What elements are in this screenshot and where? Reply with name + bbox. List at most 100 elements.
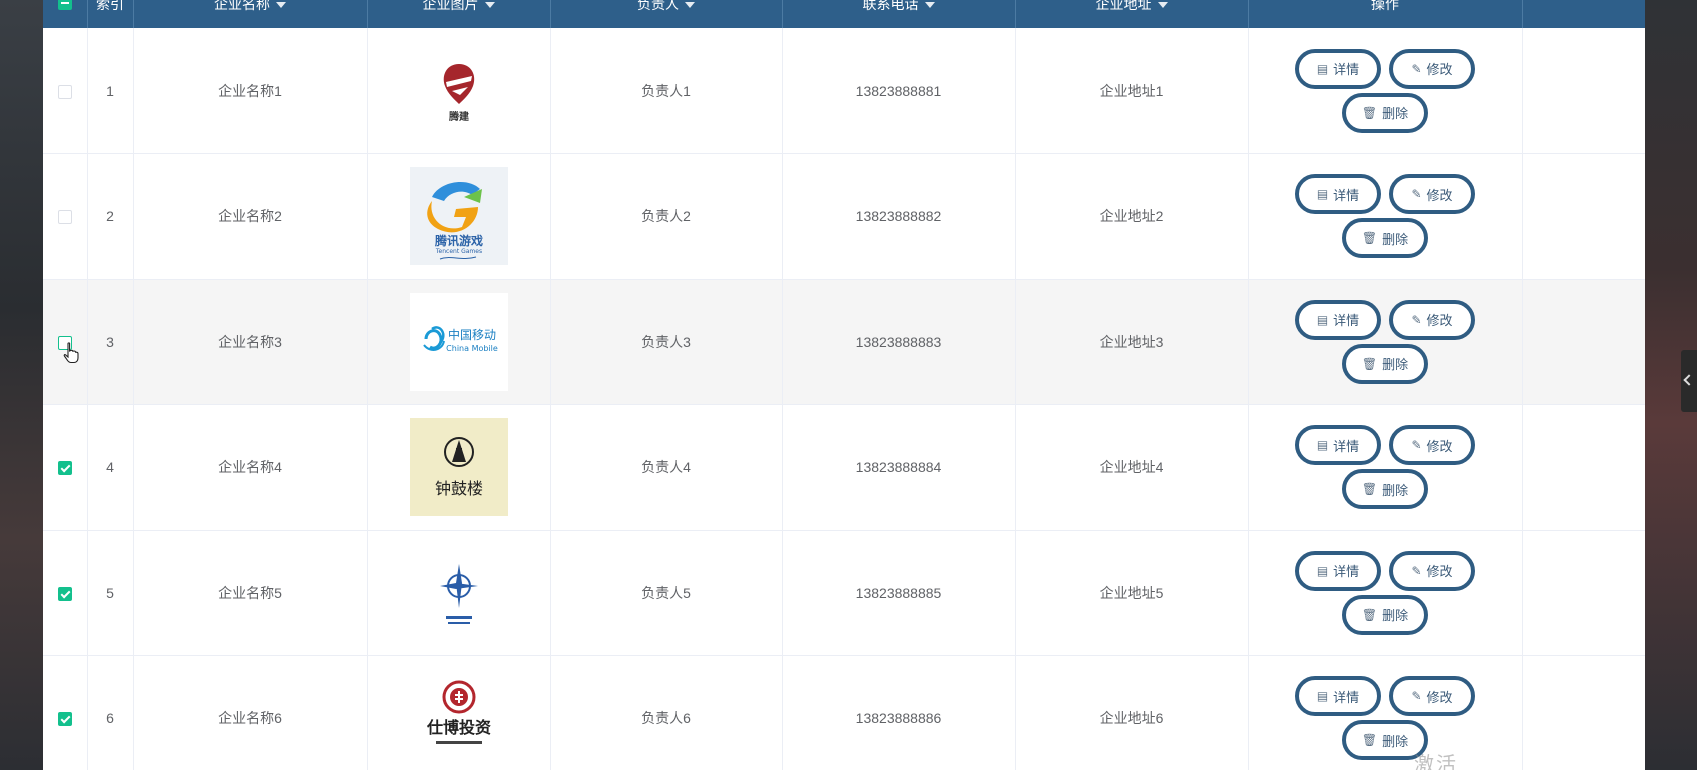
zhonggulou-logo: 钟鼓楼 (409, 418, 508, 517)
phone-cell: 13823888884 (782, 404, 1016, 531)
document-icon: ▤ (1316, 689, 1329, 704)
header-manager[interactable]: 负责人 (550, 0, 783, 28)
actions-cell: ▤ 详情 ✎ 修改 🗑 删除 (1248, 279, 1523, 405)
table-row[interactable]: 1 企业名称1 腾建 负责人1 13823888881 企业地址1 ▤ 详情 ✎ 修… (43, 28, 1645, 154)
compass-logo (410, 544, 508, 642)
detail-button-label: 详情 (1333, 62, 1360, 77)
side-collapse-tab[interactable] (1681, 350, 1697, 412)
enterprise-image-cell: 钟鼓楼 (367, 404, 551, 531)
index-cell: 2 (87, 153, 134, 280)
edit-button[interactable]: ✎ 修改 (1389, 425, 1475, 466)
detail-button-label: 详情 (1333, 438, 1360, 454)
address-cell: 企业地址3 (1015, 279, 1249, 405)
delete-button[interactable]: 🗑 删除 (1342, 594, 1428, 635)
trash-icon: 🗑 (1361, 105, 1378, 120)
sort-caret-icon[interactable] (924, 2, 935, 9)
row-select-cell[interactable] (43, 28, 88, 154)
header-actions: 操作 (1248, 0, 1523, 28)
row-select-cell[interactable] (43, 279, 88, 405)
detail-button[interactable]: ▤ 详情 (1295, 174, 1381, 215)
enterprise-table: 索引 企业名称 企业图片 负责人 联系电话 企业地址 操作 1 企业名称1 腾建… (43, 0, 1645, 770)
china-mobile-logo: 中国移动 China Mobile (409, 292, 508, 391)
enterprise-name-cell: 企业名称2 (133, 153, 368, 280)
edit-button[interactable]: ✎ 修改 (1389, 299, 1475, 340)
index-cell: 5 (87, 530, 134, 656)
header-filler (1522, 0, 1645, 28)
address-cell: 企业地址1 (1015, 28, 1249, 154)
enterprise-name-cell: 企业名称3 (133, 279, 368, 405)
enterprise-name-cell: 企业名称5 (133, 530, 368, 656)
index-cell: 6 (87, 655, 134, 770)
edit-button[interactable]: ✎ 修改 (1389, 676, 1475, 717)
edit-button[interactable]: ✎ 修改 (1389, 48, 1475, 89)
enterprise-table-container: 索引 企业名称 企业图片 负责人 联系电话 企业地址 操作 1 企业名称1 腾建… (43, 0, 1645, 770)
enterprise-image-cell: 仕博投资 (367, 655, 551, 770)
index-cell: 3 (87, 279, 134, 405)
table-row[interactable]: 5 企业名称5 负责人5 13823888885 企业地址5 ▤ 详情 ✎ 修改 🗑… (43, 530, 1645, 656)
delete-button-label: 删除 (1382, 106, 1409, 121)
sort-caret-icon[interactable] (484, 2, 495, 9)
sort-caret-icon[interactable] (685, 2, 695, 9)
delete-button[interactable]: 🗑 删除 (1342, 92, 1428, 133)
logo-text: 腾建 (448, 110, 470, 123)
row-select-cell[interactable] (43, 530, 88, 656)
detail-button[interactable]: ▤ 详情 (1295, 550, 1381, 591)
header-select-all[interactable] (43, 0, 88, 28)
edit-button-label: 修改 (1426, 438, 1453, 454)
table-row[interactable]: 3 企业名称3 中国移动 China Mobile 负责人3 138238888… (43, 279, 1645, 405)
select-all-checkbox[interactable] (57, 0, 72, 10)
logo-text: 腾讯游戏 (433, 233, 482, 248)
header-image[interactable]: 企业图片 (367, 0, 551, 28)
detail-button-label: 详情 (1333, 313, 1360, 329)
logo-text: 仕博投资 (425, 718, 490, 737)
sort-caret-icon[interactable] (276, 2, 286, 9)
row-checkbox[interactable] (57, 461, 72, 476)
actions-cell: ▤ 详情 ✎ 修改 🗑 删除 (1248, 153, 1523, 280)
filler-cell (1522, 404, 1645, 531)
detail-button[interactable]: ▤ 详情 (1295, 676, 1381, 717)
sort-caret-icon[interactable] (1157, 2, 1168, 9)
edit-button-label: 修改 (1426, 313, 1453, 329)
header-address[interactable]: 企业地址 (1015, 0, 1249, 28)
row-checkbox[interactable] (57, 335, 72, 350)
row-checkbox[interactable] (57, 586, 72, 601)
trash-icon: 🗑 (1361, 356, 1378, 371)
trash-icon: 🗑 (1361, 482, 1378, 497)
table-row[interactable]: 6 企业名称6 仕博投资 负责人6 13823888886 企业地址6 ▤ 详情 … (43, 655, 1645, 770)
trash-icon: 🗑 (1361, 607, 1378, 622)
edit-pencil-icon: ✎ (1411, 312, 1422, 327)
header-phone[interactable]: 联系电话 (782, 0, 1016, 28)
edit-button[interactable]: ✎ 修改 (1389, 174, 1475, 215)
delete-button[interactable]: 🗑 删除 (1342, 218, 1428, 259)
delete-button-label: 删除 (1382, 733, 1409, 749)
detail-button[interactable]: ▤ 详情 (1295, 425, 1381, 466)
row-select-cell[interactable] (43, 655, 88, 770)
actions-cell: ▤ 详情 ✎ 修改 🗑 删除 (1248, 530, 1523, 656)
delete-button[interactable]: 🗑 删除 (1342, 343, 1428, 384)
table-row[interactable]: 2 企业名称2 腾讯游戏 Tencent Games 负责人2 13823888… (43, 153, 1645, 280)
tengjian-logo: 腾建 (410, 42, 508, 140)
enterprise-image-cell: 腾讯游戏 Tencent Games (367, 153, 551, 280)
table-row[interactable]: 4 企业名称4 钟鼓楼 负责人4 13823888884 企业地址4 ▤ 详情 ✎… (43, 404, 1645, 531)
filler-cell (1522, 279, 1645, 405)
logo-text: 钟鼓楼 (434, 479, 482, 498)
actions-cell: ▤ 详情 ✎ 修改 🗑 删除 (1248, 28, 1523, 154)
phone-cell: 13823888883 (782, 279, 1016, 405)
header-name[interactable]: 企业名称 (133, 0, 368, 28)
filler-cell (1522, 28, 1645, 154)
logo-text: 中国移动 (447, 327, 495, 342)
manager-cell: 负责人2 (550, 153, 783, 280)
background-left (0, 0, 43, 770)
row-select-cell[interactable] (43, 153, 88, 280)
header-index: 索引 (87, 0, 134, 28)
row-select-cell[interactable] (43, 404, 88, 531)
row-checkbox[interactable] (57, 84, 72, 99)
row-checkbox[interactable] (57, 712, 72, 727)
index-cell: 4 (87, 404, 134, 531)
edit-button[interactable]: ✎ 修改 (1389, 550, 1475, 591)
row-checkbox[interactable] (57, 210, 72, 225)
delete-button[interactable]: 🗑 删除 (1342, 469, 1428, 510)
enterprise-name-cell: 企业名称6 (133, 655, 368, 770)
detail-button[interactable]: ▤ 详情 (1295, 299, 1381, 340)
detail-button[interactable]: ▤ 详情 (1295, 48, 1381, 89)
